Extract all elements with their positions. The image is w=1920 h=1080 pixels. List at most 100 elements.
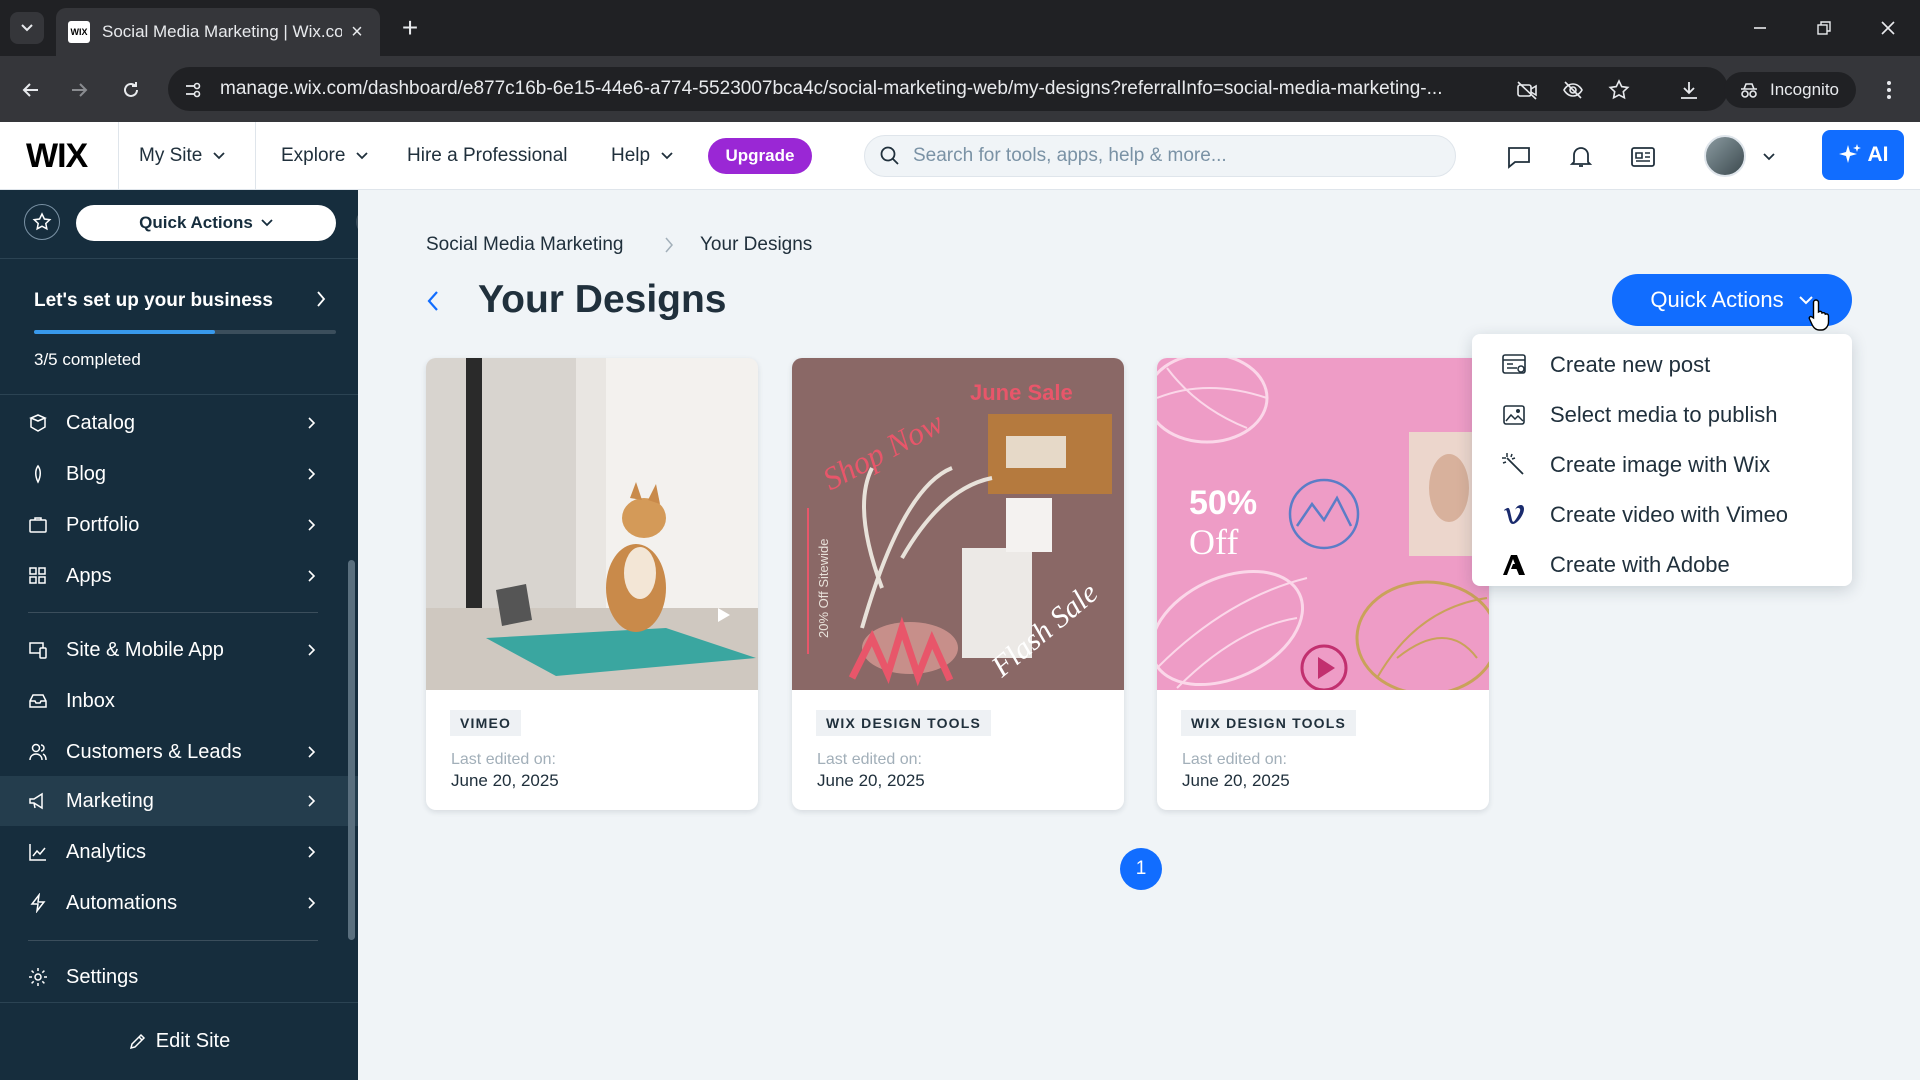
sidebar-item-site-mobile-app[interactable]: Site & Mobile App [0,625,358,675]
sidebar-item-label: Portfolio [66,513,140,536]
close-tab-icon[interactable]: × [346,21,368,44]
sidebar-item-label: Blog [66,462,107,485]
back-arrow-icon[interactable] [420,286,446,316]
tab-list-button[interactable] [10,12,44,44]
my-site-menu[interactable]: My Site [118,122,256,190]
bookmark-star-icon[interactable] [1606,77,1632,103]
search-input[interactable] [913,145,1433,167]
ai-assistant-button[interactable]: AI [1822,130,1904,180]
search-bar[interactable] [864,135,1456,177]
sidebar-divider [0,394,358,395]
chevron-right-icon [308,746,316,758]
avatar[interactable] [1704,135,1746,177]
close-window-button[interactable] [1868,10,1908,46]
menu-item-label: Select media to publish [1550,402,1778,427]
eye-off-icon[interactable] [1560,77,1586,103]
download-icon[interactable] [1676,77,1702,103]
menu-item-label: Create video with Vimeo [1550,502,1789,527]
edit-site-button[interactable]: Edit Site [0,1002,358,1080]
wix-logo[interactable]: WIX [26,137,88,176]
sidebar-item-label: Catalog [66,411,135,434]
page-title: Your Designs [478,278,727,321]
fifty-off-image: 50% Off [1157,358,1489,690]
browser-tab[interactable]: WIX Social Media Marketing | Wix.com × [56,8,380,56]
analytics-icon [26,840,50,864]
last-edited-label: Last edited on: [817,751,922,768]
sidebar-item-label: Settings [66,965,139,988]
edit-site-label: Edit Site [155,1030,231,1052]
restore-button[interactable] [1804,10,1844,46]
last-edited-date: June 20, 2025 [817,771,925,790]
sidebar-item-customers-leads[interactable]: Customers & Leads [0,727,358,777]
back-nav-icon[interactable] [14,73,48,107]
design-card[interactable]: 50% Off WIX DESIGN TOOLS Last edited on:… [1157,358,1489,810]
sitewide-off-text: 20% Off Sitewide [816,539,831,638]
chevron-down-icon [261,219,273,227]
sidebar-scrollbar[interactable] [348,560,355,940]
design-source-badge: VIMEO [450,710,522,736]
help-menu[interactable]: Help [611,122,674,190]
chevron-down-icon [21,24,33,32]
portfolio-icon [26,513,50,537]
messages-icon[interactable] [1502,140,1536,174]
chevron-right-icon [308,417,316,429]
sidebar-item-settings[interactable]: Settings [0,952,358,1002]
sidebar-divider [28,612,318,613]
sidebar-divider [28,940,318,941]
favorites-star-icon[interactable] [24,204,60,240]
quick-actions-label: Quick Actions [1650,287,1784,312]
upgrade-button[interactable]: Upgrade [708,138,812,174]
sidebar-item-label: Site & Mobile App [66,638,224,661]
sidebar-item-analytics[interactable]: Analytics [0,827,358,877]
sidebar-item-portfolio[interactable]: Portfolio [0,500,358,550]
sidebar-item-inbox[interactable]: Inbox [0,676,358,726]
menu-item-create-image-wix[interactable]: Create image with Wix [1472,440,1852,490]
design-thumbnail-50-off: 50% Off [1157,358,1489,690]
sidebar-item-marketing[interactable]: Marketing [0,776,358,826]
design-card[interactable]: Shop Now June Sale 20% Off Sitewide Flas… [792,358,1124,810]
setup-business-link[interactable]: Let's set up your business [34,290,273,312]
menu-item-select-media[interactable]: Select media to publish [1472,390,1852,440]
menu-item-create-video-vimeo[interactable]: Create video with Vimeo [1472,490,1852,540]
chevron-right-icon [308,468,316,480]
forward-nav-icon[interactable] [62,73,96,107]
inbox-icon [26,689,50,713]
news-feed-icon[interactable] [1626,140,1660,174]
account-chevron-down-icon[interactable] [1752,140,1786,174]
hire-professional-link[interactable]: Hire a Professional [407,122,568,190]
chevron-right-icon [308,570,316,582]
off-text: Off [1189,522,1238,562]
search-icon [880,146,899,165]
reload-icon[interactable] [114,73,148,107]
sidebar-divider [0,258,358,259]
camera-blocked-icon[interactable] [1514,77,1540,103]
menu-item-create-new-post[interactable]: Create new post [1472,340,1852,390]
menu-item-create-adobe[interactable]: Create with Adobe [1472,540,1852,590]
breadcrumb-social-media-marketing[interactable]: Social Media Marketing [426,234,623,256]
june-sale-text: June Sale [970,380,1073,405]
explore-menu[interactable]: Explore [281,122,369,190]
chevron-right-icon [308,897,316,909]
notifications-bell-icon[interactable] [1564,140,1598,174]
sidebar-quick-actions-button[interactable]: Quick Actions [76,205,336,241]
sidebar-item-automations[interactable]: Automations [0,878,358,928]
sidebar-item-catalog[interactable]: Catalog [0,398,358,448]
site-info-icon[interactable] [180,77,206,103]
marketing-icon [26,789,50,813]
sidebar-item-blog[interactable]: Blog [0,449,358,499]
chevron-down-icon [661,152,673,160]
address-bar[interactable]: manage.wix.com/dashboard/e877c16b-6e15-4… [168,67,1728,111]
sidebar-item-apps[interactable]: Apps [0,551,358,601]
tab-title: Social Media Marketing | Wix.com [102,22,342,41]
sidebar-item-label: Customers & Leads [66,740,242,763]
new-tab-button[interactable]: + [396,14,424,42]
browser-menu-icon[interactable] [1876,77,1902,103]
last-edited-date: June 20, 2025 [451,771,559,790]
minimize-button[interactable] [1740,10,1780,46]
mouse-pointer-hand-icon [1808,299,1830,331]
vimeo-icon [1500,501,1528,529]
pagination-page-1[interactable]: 1 [1120,848,1162,890]
design-card[interactable]: VIMEO Last edited on: June 20, 2025 [426,358,758,810]
chevron-down-icon [213,152,225,160]
incognito-indicator[interactable]: Incognito [1724,72,1856,108]
